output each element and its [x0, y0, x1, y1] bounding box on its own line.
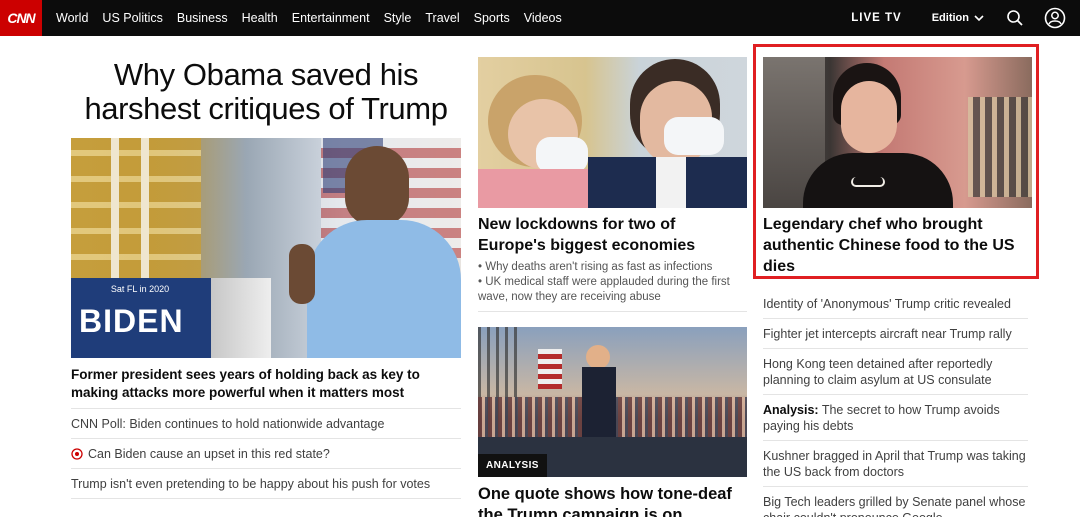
nav-link-business[interactable]: Business — [177, 11, 228, 25]
list-item-text: Hong Kong teen detained after reportedly… — [763, 357, 993, 387]
nav-link-world[interactable]: World — [56, 11, 88, 25]
bullet-item[interactable]: • UK medical staff were applauded during… — [478, 275, 747, 305]
live-tv-link[interactable]: LIVE TV — [851, 12, 901, 24]
edition-label: Edition — [931, 12, 969, 24]
list-item[interactable]: Fighter jet intercepts aircraft near Tru… — [763, 319, 1028, 349]
top-nav: CNN World US Politics Business Health En… — [0, 0, 1080, 36]
europe-story-link[interactable]: New lockdowns for two of Europe's bigges… — [478, 214, 747, 256]
list-item-label: Can Biden cause an upset in this red sta… — [88, 447, 330, 461]
cnn-logo[interactable]: CNN — [0, 0, 42, 36]
list-item[interactable]: Trump isn't even pretending to be happy … — [71, 469, 461, 499]
nav-link-videos[interactable]: Videos — [524, 11, 562, 25]
list-item[interactable]: CNN Poll: Biden continues to hold nation… — [71, 409, 461, 439]
merkel-macron-photo[interactable] — [478, 57, 747, 208]
right-list: Identity of 'Anonymous' Trump critic rev… — [763, 289, 1033, 517]
list-item-text: Identity of 'Anonymous' Trump critic rev… — [763, 297, 1011, 311]
bullet-item[interactable]: • Why deaths aren't rising as fast as in… — [478, 260, 747, 275]
sign-big-text: BIDEN — [79, 303, 184, 339]
lead-headline[interactable]: Why Obama saved his harshest critiques o… — [71, 58, 461, 126]
nav-link-us-politics[interactable]: US Politics — [102, 11, 162, 25]
analysis-badge: ANALYSIS — [478, 454, 547, 477]
bullet-text: UK medical staff were applauded during t… — [478, 276, 730, 303]
nav-link-style[interactable]: Style — [384, 11, 412, 25]
chevron-down-icon — [974, 14, 984, 21]
lead-story-link[interactable]: Former president sees years of holding b… — [71, 366, 461, 409]
edition-menu[interactable]: Edition — [932, 12, 984, 24]
rally-story-link[interactable]: One quote shows how tone-deaf the Trump … — [478, 484, 747, 517]
list-item[interactable]: Can Biden cause an upset in this red sta… — [71, 439, 461, 469]
obama-photo[interactable]: Sat FL in 2020 BIDEN — [71, 138, 461, 358]
user-icon[interactable] — [1044, 7, 1066, 29]
list-item[interactable]: Kushner bragged in April that Trump was … — [763, 441, 1028, 487]
nav-right: LIVE TV Edition — [851, 0, 1080, 36]
play-icon — [71, 448, 83, 460]
list-item-text: Fighter jet intercepts aircraft near Tru… — [763, 327, 1012, 341]
search-icon[interactable] — [1006, 9, 1024, 27]
highlight-box — [753, 44, 1039, 279]
nav-link-sports[interactable]: Sports — [474, 11, 510, 25]
nav-link-health[interactable]: Health — [242, 11, 278, 25]
list-item-text: Big Tech leaders grilled by Senate panel… — [763, 495, 1026, 517]
list-item[interactable]: Analysis: The secret to how Trump avoids… — [763, 395, 1028, 441]
nav-links: World US Politics Business Health Entert… — [56, 11, 576, 25]
list-item[interactable]: Big Tech leaders grilled by Senate panel… — [763, 487, 1028, 517]
trump-rally-photo[interactable]: ANALYSIS — [478, 327, 747, 477]
middle-column: New lockdowns for two of Europe's bigges… — [478, 36, 747, 517]
list-item-text: Kushner bragged in April that Trump was … — [763, 449, 1026, 479]
nav-link-entertainment[interactable]: Entertainment — [292, 11, 370, 25]
nav-link-travel[interactable]: Travel — [425, 11, 459, 25]
sign-small-text: Sat FL in 2020 — [110, 284, 170, 294]
list-item[interactable]: Hong Kong teen detained after reportedly… — [763, 349, 1028, 395]
left-column: Why Obama saved his harshest critiques o… — [71, 36, 461, 499]
list-item[interactable]: Identity of 'Anonymous' Trump critic rev… — [763, 289, 1028, 319]
list-item-label: Analysis: — [763, 403, 819, 417]
bullet-list: • Why deaths aren't rising as fast as in… — [478, 260, 747, 312]
bullet-text: Why deaths aren't rising as fast as infe… — [485, 261, 713, 273]
